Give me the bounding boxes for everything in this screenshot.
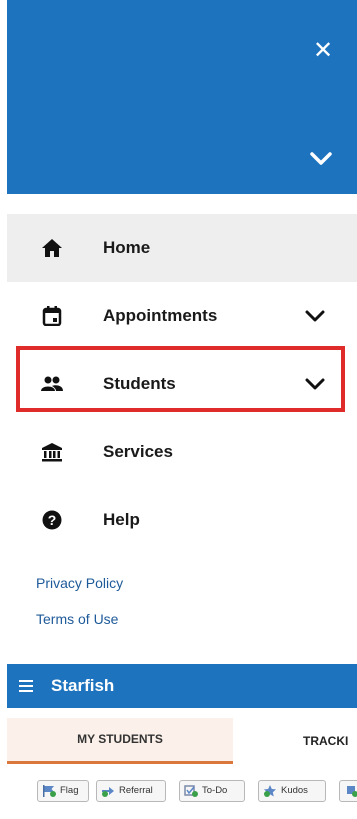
close-icon[interactable]: ✕	[310, 38, 336, 64]
app-title: Starfish	[51, 676, 115, 695]
footer-links: Privacy Policy Terms of Use	[36, 574, 123, 646]
home-icon	[42, 239, 62, 257]
nav-label-services: Services	[103, 442, 173, 461]
todo-button[interactable]: To-Do	[179, 780, 245, 802]
top-header	[7, 0, 357, 194]
chevron-down-icon[interactable]	[305, 309, 325, 323]
flag-button[interactable]: Flag	[37, 780, 89, 802]
referral-button[interactable]: Referral	[96, 780, 166, 802]
todo-icon	[184, 785, 198, 797]
kudos-icon	[264, 785, 276, 797]
nav-item-help[interactable]: ? Help	[7, 486, 357, 554]
action-icon	[347, 786, 357, 797]
help-icon: ?	[42, 510, 62, 530]
more-action-button[interactable]	[339, 780, 357, 802]
action-toolbar: Flag Referral To-Do Kudos	[0, 776, 357, 806]
nav-item-home[interactable]: Home	[7, 214, 357, 282]
bank-icon	[42, 443, 62, 462]
referral-icon	[102, 787, 114, 797]
svg-text:?: ?	[48, 512, 57, 528]
tab-bar: MY STUDENTS TRACKI	[7, 718, 357, 764]
nav-label-help: Help	[103, 510, 140, 529]
privacy-policy-link[interactable]: Privacy Policy	[36, 574, 123, 610]
chevron-down-icon[interactable]	[306, 148, 336, 170]
nav-item-services[interactable]: Services	[7, 418, 357, 486]
kudos-button[interactable]: Kudos	[258, 780, 326, 802]
flag-button-label: Flag	[60, 785, 79, 796]
tab-my-students[interactable]: MY STUDENTS	[7, 718, 233, 764]
app-bar: Starfish	[7, 664, 357, 708]
nav-item-appointments[interactable]: Appointments	[7, 282, 357, 350]
nav-label-home: Home	[103, 238, 151, 257]
flag-icon	[43, 785, 56, 797]
students-highlight-box	[16, 346, 345, 412]
nav-label-appointments: Appointments	[103, 306, 218, 325]
terms-of-use-link[interactable]: Terms of Use	[36, 610, 123, 646]
hamburger-icon[interactable]	[19, 680, 33, 692]
todo-button-label: To-Do	[202, 785, 228, 796]
tab-tracking[interactable]: TRACKI	[303, 718, 348, 764]
kudos-button-label: Kudos	[281, 785, 308, 796]
calendar-icon	[42, 306, 62, 326]
referral-button-label: Referral	[119, 785, 153, 796]
